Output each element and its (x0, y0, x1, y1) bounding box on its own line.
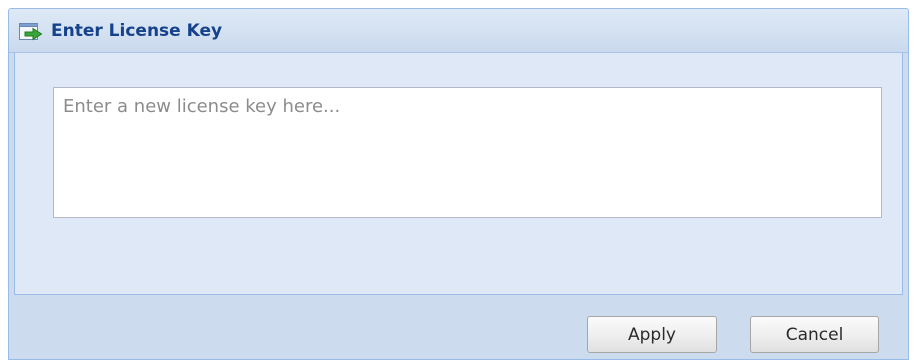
license-key-dialog: Enter License Key Apply Cancel (8, 8, 909, 360)
apply-button[interactable]: Apply (587, 316, 717, 353)
dialog-title-bar[interactable]: Enter License Key (9, 9, 908, 53)
cancel-button[interactable]: Cancel (750, 316, 879, 353)
dialog-footer: Apply Cancel (9, 295, 908, 359)
dialog-body (14, 53, 903, 295)
license-key-input[interactable] (53, 87, 882, 218)
dialog-title: Enter License Key (51, 21, 223, 41)
green-arrow-into-box-icon (19, 23, 43, 43)
